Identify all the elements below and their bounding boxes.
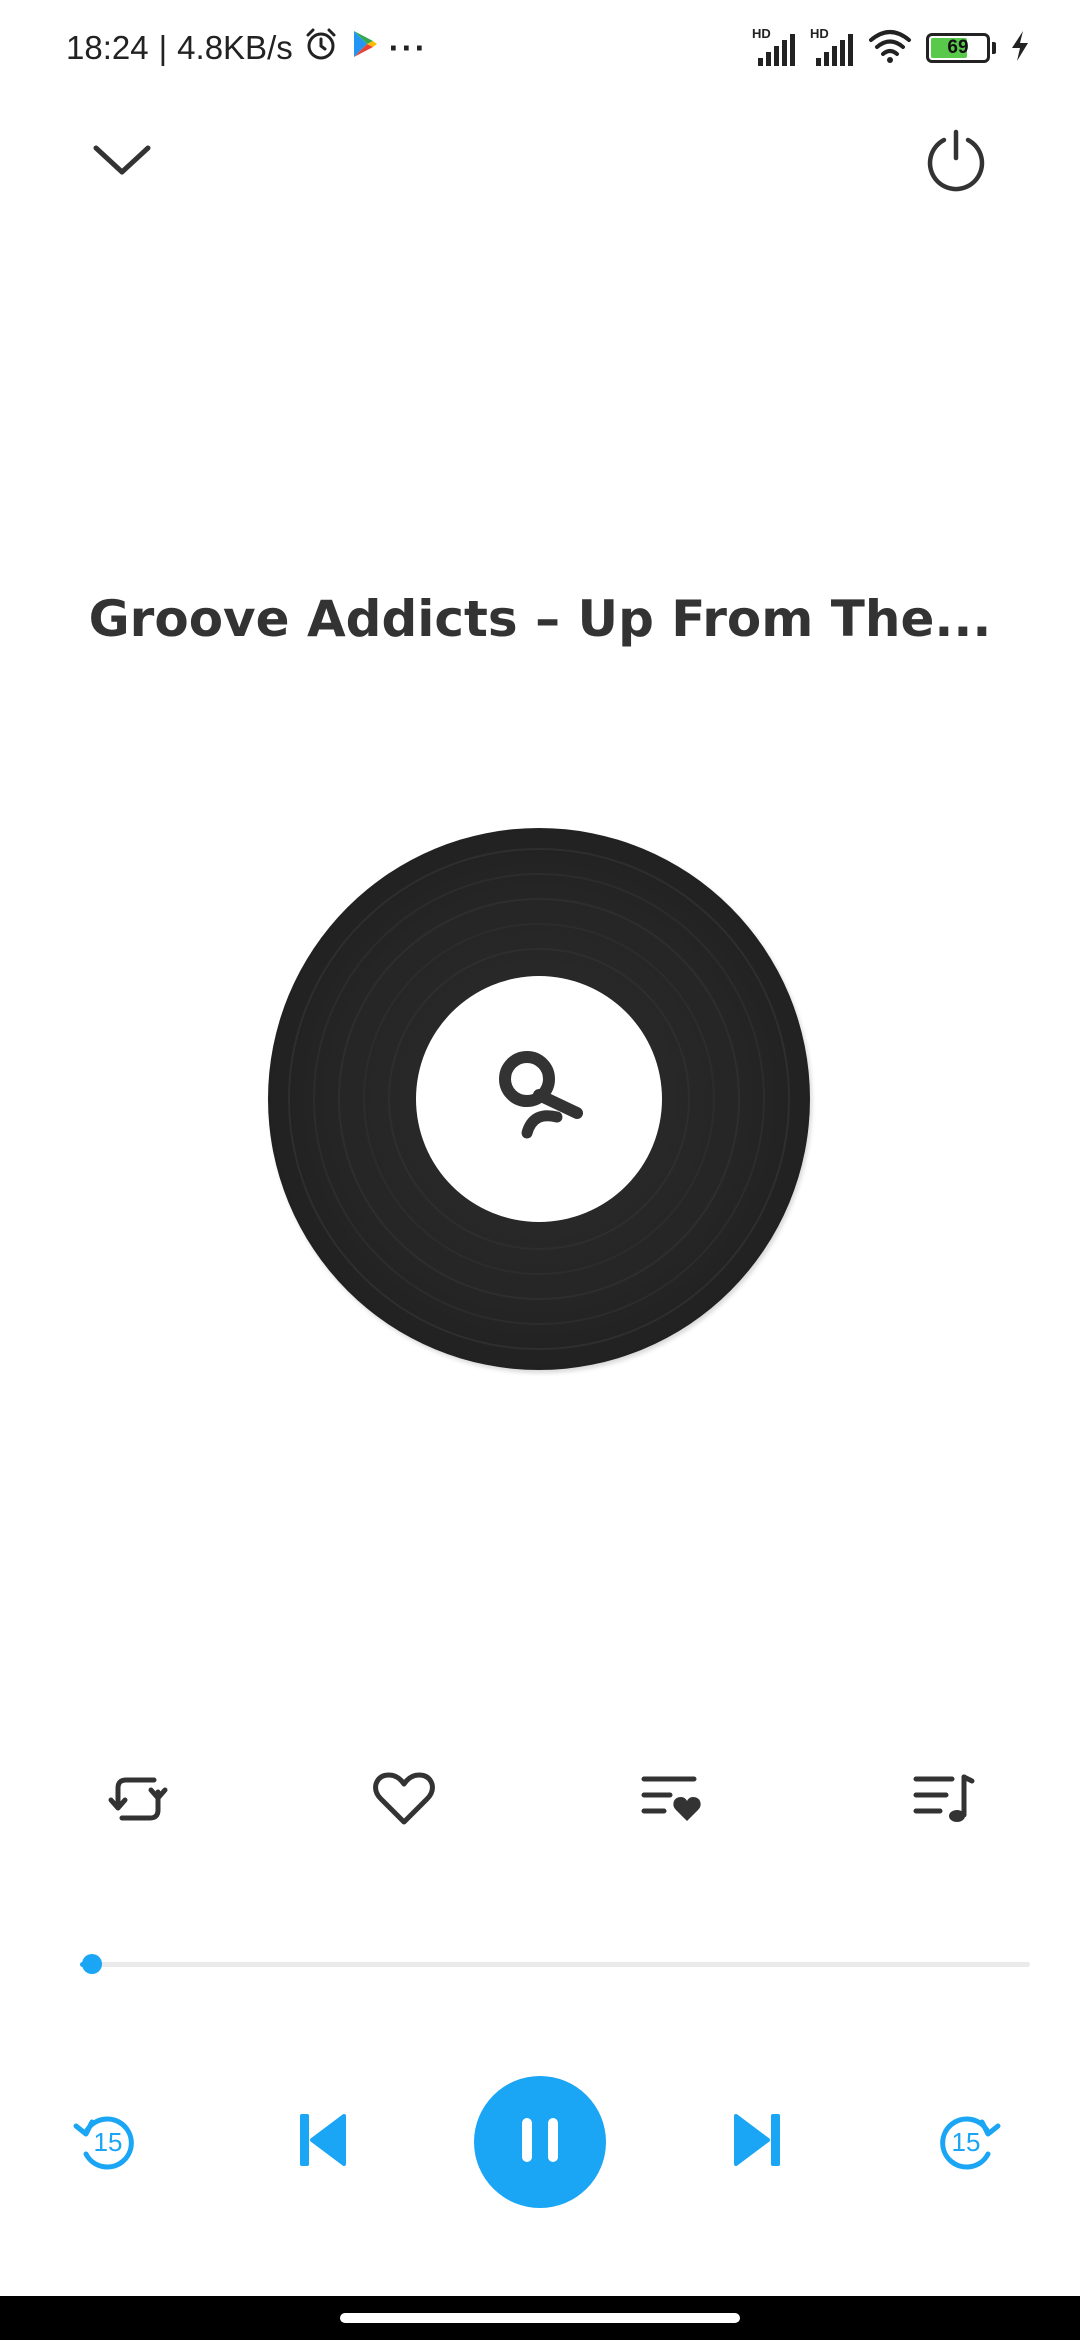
previous-button[interactable] [286,2104,358,2180]
action-row [0,1760,1080,1842]
app-logo-icon [479,1037,599,1161]
collapse-button[interactable] [86,136,158,188]
vinyl-record [268,828,810,1370]
skip-previous-icon [294,2110,350,2174]
forward-15-button[interactable]: 15 [928,2104,1008,2180]
signal-hd-icon: HD [752,26,796,68]
status-bar: 18:24 | 4.8KB/s ··· HD HD 69 [0,0,1080,96]
battery-body: 69 [926,33,990,63]
status-left: 18:24 | 4.8KB/s ··· [66,22,428,74]
next-button[interactable] [722,2104,794,2180]
add-to-favorites-playlist-icon [640,1771,704,1831]
power-icon [924,128,988,196]
progress-bar[interactable] [80,1954,1030,1974]
add-to-favorites-playlist-button[interactable] [632,1760,712,1842]
play-store-icon [349,28,379,68]
home-indicator[interactable] [340,2313,740,2323]
more-notifications: ··· [388,29,428,66]
progress-thumb[interactable] [82,1954,103,1974]
network-speed: 4.8KB/s [177,29,293,66]
wifi-icon [868,28,912,68]
repeat-button[interactable] [98,1760,178,1842]
rewind-seconds: 15 [93,2127,123,2157]
chevron-down-icon [92,142,152,182]
status-separator: | [158,29,168,66]
rewind-15-button[interactable]: 15 [66,2104,146,2180]
alarm-icon [303,26,339,70]
heart-icon [372,1770,436,1832]
playlist-button[interactable] [904,1760,984,1842]
forward-seconds: 15 [951,2127,981,2157]
status-right: HD HD 69 [752,22,1030,74]
skip-next-icon [730,2110,786,2174]
track-title: Groove Addicts – Up From The... [88,590,992,648]
playlist-icon [912,1771,976,1831]
pause-icon [516,2114,564,2170]
like-button[interactable] [364,1760,444,1842]
fast-forward-icon: 15 [934,2110,1002,2174]
signal-hd-icon: HD [810,26,854,68]
battery-icon: 69 [926,33,996,63]
status-time: 18:24 [66,29,149,66]
pause-button[interactable] [474,2076,606,2208]
rewind-icon: 15 [72,2110,140,2174]
charging-icon [1010,30,1030,66]
repeat-icon [106,1768,170,1834]
battery-level: 69 [947,37,969,58]
vinyl-label [416,976,662,1222]
power-button[interactable] [920,126,992,198]
battery-tip [992,42,996,54]
